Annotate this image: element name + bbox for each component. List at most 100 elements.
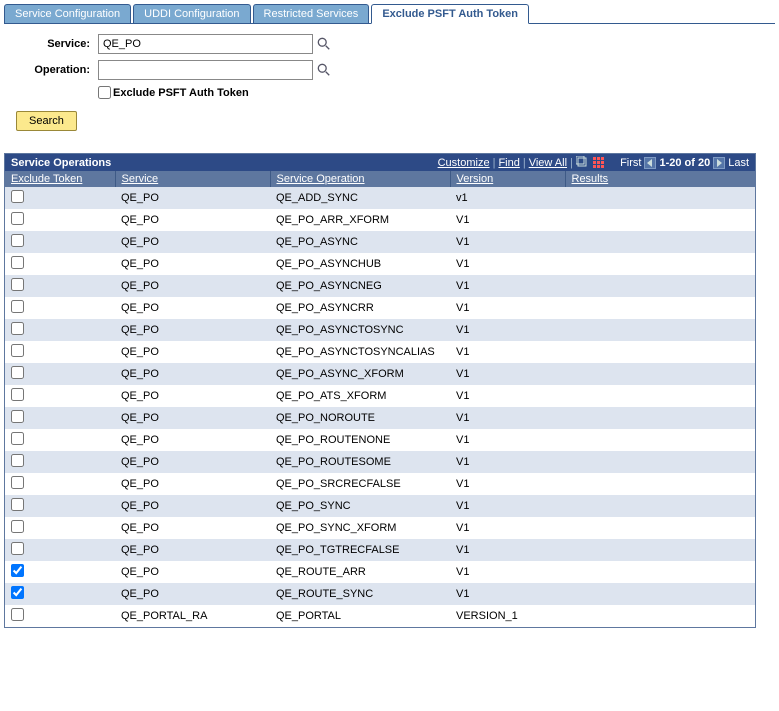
exclude-checkbox-row[interactable] bbox=[11, 608, 24, 621]
cell-results bbox=[565, 341, 755, 363]
cell-operation: QE_ADD_SYNC bbox=[270, 187, 450, 209]
cell-service: QE_PO bbox=[115, 187, 270, 209]
cell-operation: QE_PO_ASYNC bbox=[270, 231, 450, 253]
lookup-service-icon[interactable] bbox=[317, 37, 331, 51]
table-row: QE_POQE_PO_ASYNCV1 bbox=[5, 231, 755, 253]
lookup-operation-icon[interactable] bbox=[317, 63, 331, 77]
tab-2[interactable]: Restricted Services bbox=[253, 4, 370, 23]
cell-operation: QE_PO_ATS_XFORM bbox=[270, 385, 450, 407]
table-row: QE_POQE_PO_SRCRECFALSEV1 bbox=[5, 473, 755, 495]
cell-service: QE_PO bbox=[115, 275, 270, 297]
results-table: Exclude Token Service Service Operation … bbox=[5, 171, 755, 627]
cell-results bbox=[565, 561, 755, 583]
table-row: QE_POQE_PO_ATS_XFORMV1 bbox=[5, 385, 755, 407]
search-button[interactable]: Search bbox=[16, 111, 77, 131]
cell-version: V1 bbox=[450, 429, 565, 451]
cell-results bbox=[565, 187, 755, 209]
exclude-checkbox-row[interactable] bbox=[11, 234, 24, 247]
cell-service: QE_PO bbox=[115, 517, 270, 539]
customize-link[interactable]: Customize bbox=[438, 157, 490, 169]
zoom-icon[interactable] bbox=[576, 156, 589, 169]
cell-operation: QE_PO_ASYNCNEG bbox=[270, 275, 450, 297]
cell-operation: QE_ROUTE_SYNC bbox=[270, 583, 450, 605]
table-row: QE_POQE_PO_ASYNCHUBV1 bbox=[5, 253, 755, 275]
cell-results bbox=[565, 407, 755, 429]
cell-service: QE_PO bbox=[115, 385, 270, 407]
cell-version: V1 bbox=[450, 231, 565, 253]
service-input[interactable] bbox=[98, 34, 313, 54]
tab-1[interactable]: UDDI Configuration bbox=[133, 4, 250, 23]
exclude-checkbox-row[interactable] bbox=[11, 256, 24, 269]
operation-input[interactable] bbox=[98, 60, 313, 80]
exclude-checkbox[interactable] bbox=[98, 86, 111, 99]
table-row: QE_PORTAL_RAQE_PORTALVERSION_1 bbox=[5, 605, 755, 627]
exclude-checkbox-row[interactable] bbox=[11, 388, 24, 401]
cell-service: QE_PO bbox=[115, 495, 270, 517]
exclude-checkbox-row[interactable] bbox=[11, 476, 24, 489]
last-link[interactable]: Last bbox=[728, 157, 749, 169]
exclude-checkbox-row[interactable] bbox=[11, 190, 24, 203]
cell-service: QE_PO bbox=[115, 583, 270, 605]
exclude-checkbox-row[interactable] bbox=[11, 410, 24, 423]
cell-operation: QE_PO_TGTRECFALSE bbox=[270, 539, 450, 561]
col-results[interactable]: Results bbox=[565, 171, 755, 187]
exclude-checkbox-row[interactable] bbox=[11, 564, 24, 577]
cell-service: QE_PO bbox=[115, 407, 270, 429]
prev-icon[interactable] bbox=[644, 157, 656, 169]
results-grid: Service Operations Customize | Find | Vi… bbox=[4, 153, 756, 628]
exclude-checkbox-row[interactable] bbox=[11, 498, 24, 511]
table-row: QE_POQE_PO_ASYNCNEGV1 bbox=[5, 275, 755, 297]
exclude-checkbox-row[interactable] bbox=[11, 520, 24, 533]
col-exclude[interactable]: Exclude Token bbox=[5, 171, 115, 187]
grid-title: Service Operations bbox=[11, 157, 111, 169]
table-row: QE_POQE_PO_SYNCV1 bbox=[5, 495, 755, 517]
tab-3[interactable]: Exclude PSFT Auth Token bbox=[371, 4, 529, 24]
exclude-checkbox-row[interactable] bbox=[11, 366, 24, 379]
cell-results bbox=[565, 429, 755, 451]
search-form: Service: Operation: Exclude PSFT Auth To… bbox=[4, 24, 775, 141]
col-service[interactable]: Service bbox=[115, 171, 270, 187]
cell-results bbox=[565, 231, 755, 253]
cell-version: V1 bbox=[450, 495, 565, 517]
cell-service: QE_PO bbox=[115, 429, 270, 451]
exclude-checkbox-row[interactable] bbox=[11, 300, 24, 313]
grid-header: Service Operations Customize | Find | Vi… bbox=[5, 154, 755, 171]
next-icon[interactable] bbox=[713, 157, 725, 169]
cell-version: V1 bbox=[450, 473, 565, 495]
table-row: QE_POQE_PO_ASYNC_XFORMV1 bbox=[5, 363, 755, 385]
tab-strip: Service ConfigurationUDDI ConfigurationR… bbox=[4, 4, 775, 24]
find-link[interactable]: Find bbox=[498, 157, 519, 169]
cell-version: V1 bbox=[450, 561, 565, 583]
cell-version: V1 bbox=[450, 517, 565, 539]
col-version[interactable]: Version bbox=[450, 171, 565, 187]
cell-operation: QE_PO_ROUTENONE bbox=[270, 429, 450, 451]
grid-toolbar: Customize | Find | View All | First 1-20… bbox=[438, 156, 749, 169]
first-link[interactable]: First bbox=[620, 157, 641, 169]
cell-service: QE_PO bbox=[115, 341, 270, 363]
table-row: QE_POQE_PO_SYNC_XFORMV1 bbox=[5, 517, 755, 539]
cell-operation: QE_PORTAL bbox=[270, 605, 450, 627]
tab-0[interactable]: Service Configuration bbox=[4, 4, 131, 23]
cell-version: V1 bbox=[450, 583, 565, 605]
view-all-link[interactable]: View All bbox=[529, 157, 567, 169]
exclude-checkbox-row[interactable] bbox=[11, 212, 24, 225]
cell-service: QE_PO bbox=[115, 253, 270, 275]
exclude-checkbox-row[interactable] bbox=[11, 432, 24, 445]
table-row: QE_POQE_PO_NOROUTEV1 bbox=[5, 407, 755, 429]
service-label: Service: bbox=[8, 38, 98, 50]
exclude-checkbox-row[interactable] bbox=[11, 586, 24, 599]
cell-service: QE_PO bbox=[115, 473, 270, 495]
cell-results bbox=[565, 517, 755, 539]
exclude-checkbox-row[interactable] bbox=[11, 322, 24, 335]
cell-version: V1 bbox=[450, 407, 565, 429]
download-icon[interactable] bbox=[592, 156, 605, 169]
exclude-checkbox-row[interactable] bbox=[11, 278, 24, 291]
cell-results bbox=[565, 583, 755, 605]
exclude-checkbox-row[interactable] bbox=[11, 542, 24, 555]
exclude-checkbox-row[interactable] bbox=[11, 454, 24, 467]
cell-operation: QE_PO_NOROUTE bbox=[270, 407, 450, 429]
col-operation[interactable]: Service Operation bbox=[270, 171, 450, 187]
cell-operation: QE_PO_ROUTESOME bbox=[270, 451, 450, 473]
exclude-checkbox-row[interactable] bbox=[11, 344, 24, 357]
cell-version: V1 bbox=[450, 363, 565, 385]
